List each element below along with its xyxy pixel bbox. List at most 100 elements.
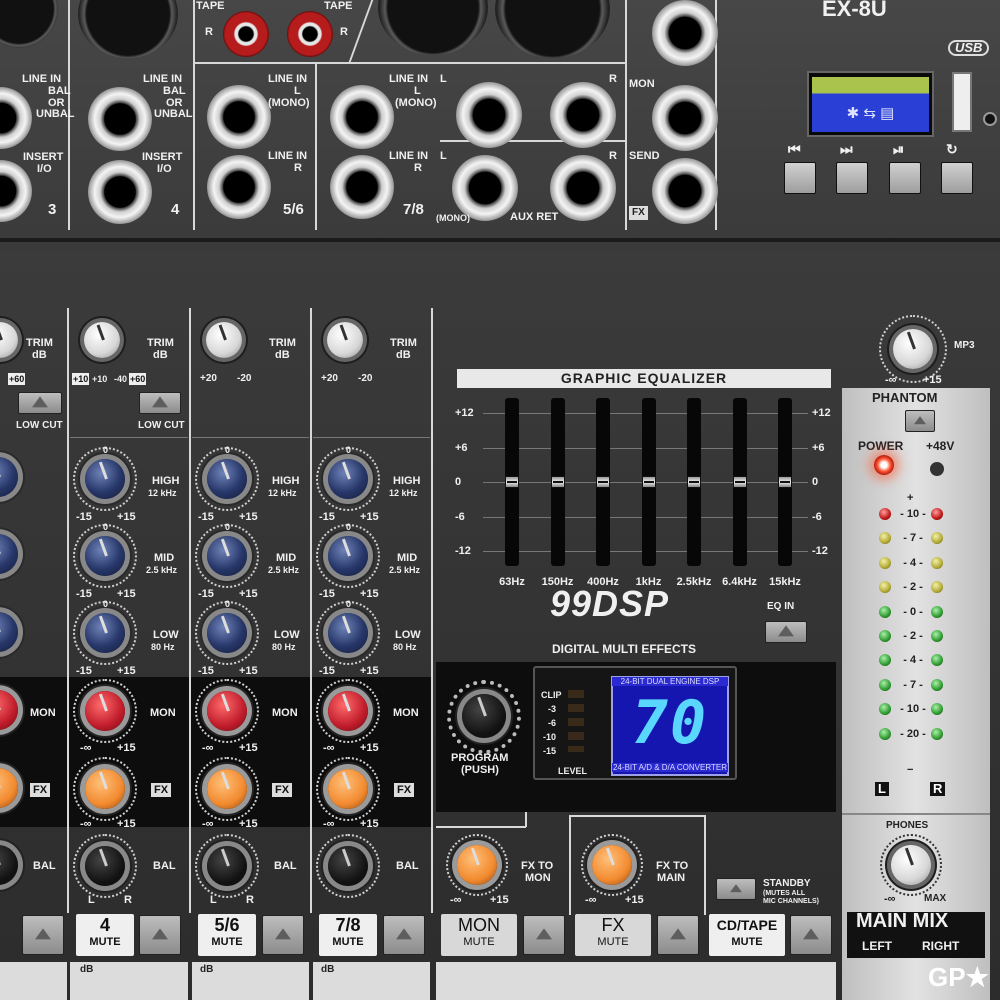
fx-mute-button[interactable] [657,915,699,955]
insert-jack-4[interactable] [88,160,152,224]
eq-fader-63Hz[interactable] [505,476,519,488]
scale-max: +15 [117,742,136,754]
trim-knob-56[interactable] [206,322,242,358]
fx-send-jack[interactable] [652,158,718,224]
mute-button-78[interactable] [383,915,425,955]
channel-number-56: 5/6 [283,201,304,218]
tape-rca-jack[interactable] [223,11,269,57]
mp3-level-knob[interactable] [893,329,933,369]
fx-label: FX [30,783,51,797]
high-eq-knob-78[interactable] [328,459,368,499]
output-jack[interactable] [652,0,718,66]
eq-fader-6.4kHz[interactable] [732,476,747,488]
repeat-button[interactable] [941,162,973,194]
phones-label: PHONES [886,820,929,831]
usb-port[interactable] [952,72,972,132]
eq-in-button[interactable] [765,621,807,643]
mon-knob-56[interactable] [207,691,247,731]
aux-ret-label: AUX RET [510,211,559,223]
line-in-jack-5[interactable] [207,85,271,149]
aux-r-label: R [609,150,617,162]
eq-fader-2.5kHz[interactable] [687,476,701,488]
line-in-label: LINE IN [143,73,183,85]
sd-button[interactable] [983,112,997,126]
next-button[interactable] [836,162,868,194]
line-in-jack-7[interactable] [330,85,394,149]
mid-eq-knob-78[interactable] [328,536,368,576]
scale-min: -∞ [80,742,92,754]
fx-to-main-knob[interactable] [592,845,632,885]
prev-button[interactable] [784,162,816,194]
aux-ret-jack-l[interactable] [456,82,522,148]
low-eq-knob-78[interactable] [328,613,368,653]
eq-fader-15kHz[interactable] [778,476,792,488]
mid-eq-knob-4[interactable] [85,536,125,576]
low-cut-button-4[interactable] [139,392,181,414]
channel-name: 4 [99,915,110,935]
bal-knob-78[interactable] [328,846,368,886]
scale-min: -∞ [450,894,462,906]
fx-knob-4[interactable] [85,769,125,809]
line-in-jack-8[interactable] [330,155,394,219]
bal-label: BAL [48,85,71,97]
db-label: dB [200,964,214,975]
aux-l-label: L [440,150,447,162]
mon-mute-button[interactable] [523,915,565,955]
standby-button[interactable] [716,878,756,900]
zero-mark: 0 [225,599,231,609]
cdtape-mute-button[interactable] [790,915,832,955]
scale-min: -15 [76,511,92,523]
meter-led-l [879,556,891,569]
mid-label: MID [154,552,175,564]
low-eq-knob-4[interactable] [85,613,125,653]
db-label: dB [80,964,94,975]
meter-level-label: - 2 - [903,630,923,642]
channel-name: 5/6 [214,915,240,935]
mon-knob-4[interactable] [85,691,125,731]
eq-fader-150Hz[interactable] [550,476,565,488]
trim-knob-4[interactable] [84,322,120,358]
bal-knob-4[interactable] [85,846,125,886]
mon-knob-78[interactable] [328,691,368,731]
low-cut-button-3[interactable] [18,392,62,414]
scale-max: +15 [360,818,379,830]
aux-ret-jack-r[interactable] [550,82,616,148]
plus48v-label: +48V [926,439,955,453]
program-encoder[interactable] [462,694,506,738]
play-pause-button[interactable] [889,162,921,194]
bal-label: BAL [33,860,56,872]
zero-mark: 0 [346,599,352,609]
mute-button-3[interactable] [22,915,64,955]
prev-icon: ⏮ [788,141,801,157]
zero-mark: 0 [103,522,109,532]
mid-eq-knob-56[interactable] [207,536,247,576]
mute-button-56[interactable] [262,915,304,955]
tape-r-label: R [205,26,213,38]
aux-ret-jack-r2[interactable] [550,155,616,221]
line-in-jack-4[interactable] [88,87,152,151]
separator [625,0,627,230]
phantom-button[interactable] [905,410,935,432]
high-eq-knob-56[interactable] [207,459,247,499]
l-label: L [414,85,421,97]
eq-fader-1kHz[interactable] [641,476,656,488]
mon-out-jack[interactable] [652,85,718,151]
meter-level-label: - 20 - [900,727,926,740]
bal-knob-56[interactable] [207,846,247,886]
fx-to-mon-knob[interactable] [457,845,497,885]
tape-rca-jack[interactable] [287,11,333,57]
high-eq-knob-4[interactable] [85,459,125,499]
phones-knob[interactable] [891,845,931,885]
fx-knob-78[interactable] [328,769,368,809]
fx-knob-56[interactable] [207,769,247,809]
eq-fader-400Hz[interactable] [596,476,610,488]
trim-scale: +60 [8,373,26,385]
low-eq-knob-56[interactable] [207,613,247,653]
r-label: R [414,162,422,174]
trim-knob-78[interactable] [327,322,363,358]
scale-min: -15 [198,588,214,600]
repeat-icon: ↻ [946,141,958,157]
line-in-jack-6[interactable] [207,155,271,219]
eq-level-label-left: 0 [455,476,462,488]
mute-button-4[interactable] [139,915,181,955]
